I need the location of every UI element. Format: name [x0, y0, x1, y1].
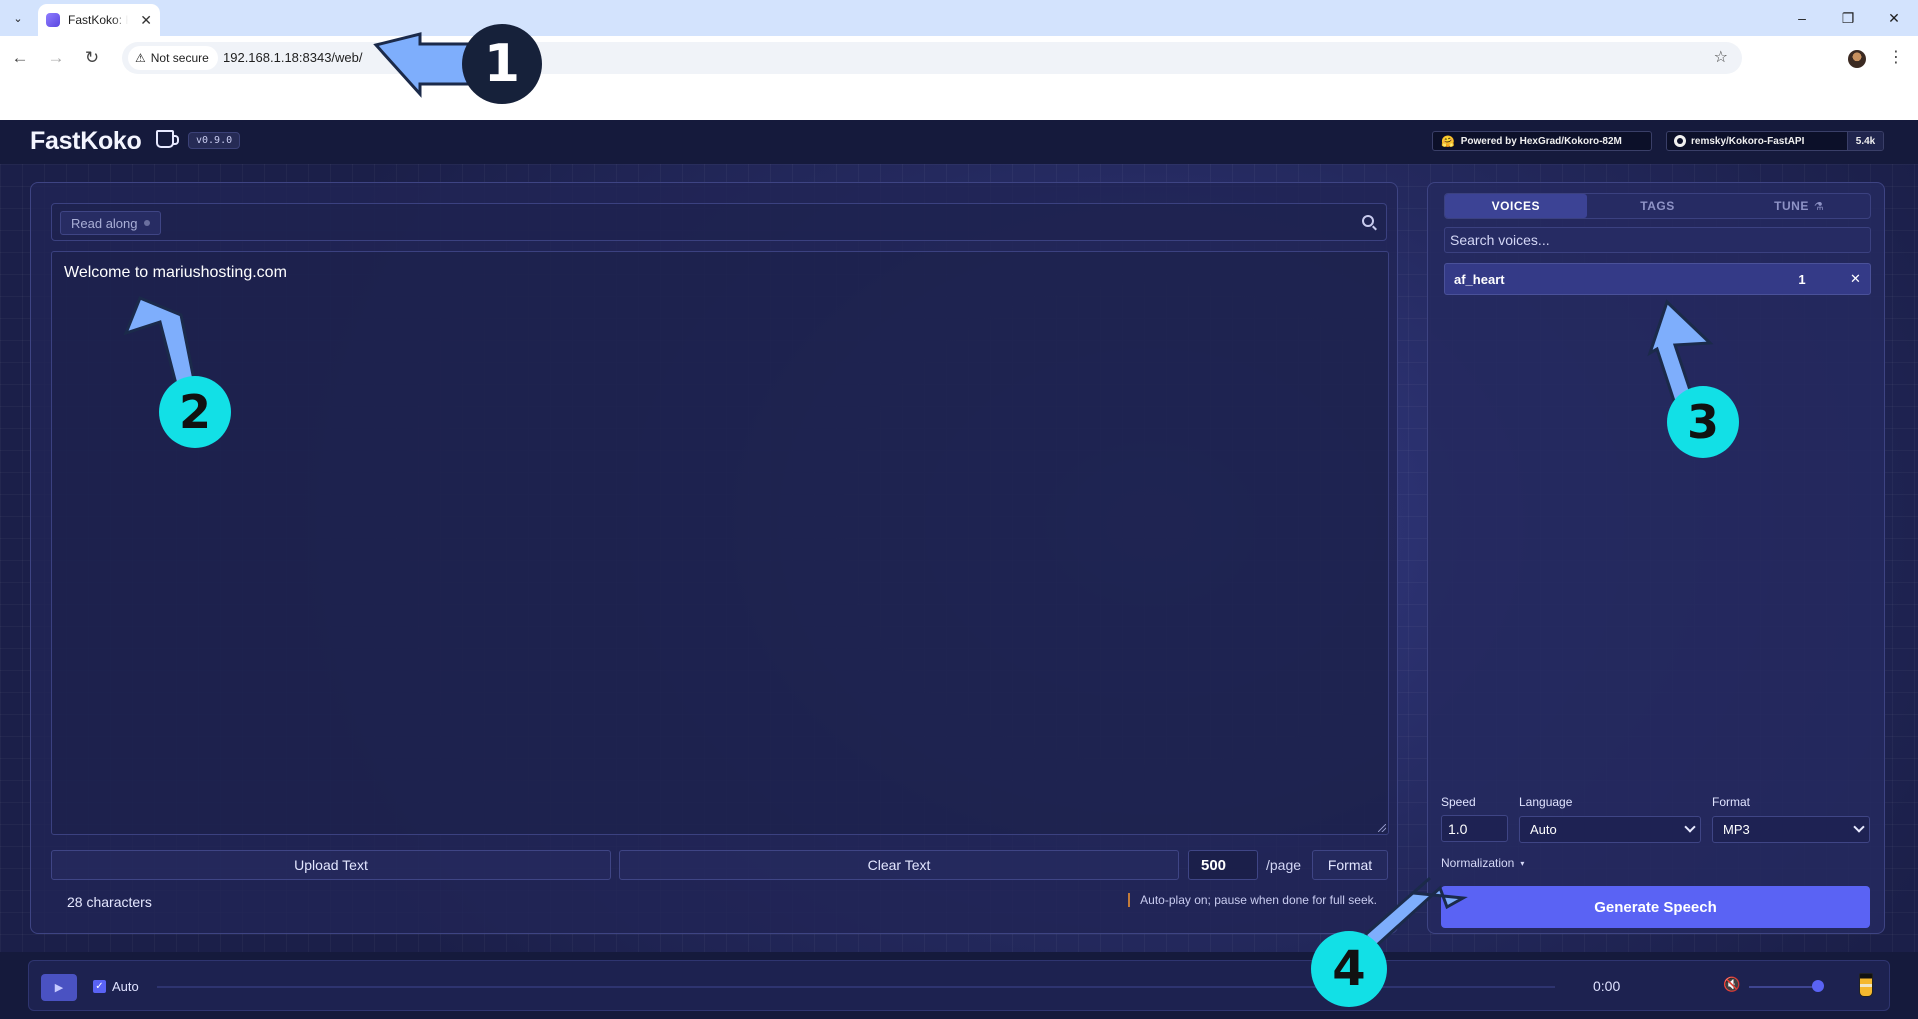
url-text[interactable]: 192.168.1.18:8343/web/ [223, 50, 363, 65]
generate-speech-button[interactable]: Generate Speech [1441, 886, 1870, 928]
text-input[interactable]: Welcome to mariushosting.com [51, 251, 1389, 835]
auto-checkbox[interactable]: ✓ [93, 980, 106, 993]
hugging-face-icon: 🤗 [1441, 135, 1455, 148]
tab-favicon-icon [46, 13, 60, 27]
version-badge: v0.9.0 [188, 132, 241, 149]
flask-icon: ⚗ [1813, 200, 1825, 213]
speed-label: Speed [1441, 795, 1476, 809]
browser-menu-icon[interactable]: ⋮ [1888, 47, 1904, 67]
read-along-bar: Read along [51, 203, 1387, 241]
brand-title: FastKoko [30, 127, 142, 155]
autoplay-note: Auto-play on; pause when done for full s… [1128, 893, 1377, 907]
coffee-cup-icon[interactable] [1859, 973, 1873, 997]
selected-voice-row[interactable]: af_heart 1 ✕ [1444, 263, 1871, 295]
forward-icon[interactable]: → [44, 46, 68, 70]
voice-search-input[interactable]: Search voices... [1444, 227, 1871, 253]
chevron-down-icon [1853, 821, 1865, 833]
powered-by-badge[interactable]: 🤗 Powered by HexGrad/Kokoro-82M [1432, 131, 1652, 151]
github-badge[interactable]: remsky/Kokoro-FastAPI 5.4k [1666, 131, 1884, 151]
player-bar: ▶ ✓ Auto 0:00 🔇 [28, 960, 1890, 1011]
voice-weight-input[interactable]: 1 [1782, 272, 1822, 287]
reload-icon[interactable]: ↻ [80, 46, 104, 70]
auto-label: Auto [112, 979, 139, 994]
tab-search-icon[interactable]: ⌄ [6, 6, 30, 30]
format-text-button[interactable]: Format [1312, 850, 1388, 880]
caret-down-icon: ▾ [1520, 858, 1525, 868]
tab-tags[interactable]: TAGS [1587, 194, 1729, 218]
tab-tune[interactable]: TUNE ⚗ [1728, 194, 1870, 218]
browser-tab[interactable]: FastKoko: K ✕ [38, 4, 160, 36]
time-display: 0:00 [1593, 978, 1621, 994]
normalization-label: Normalization [1441, 856, 1515, 870]
browser-tabstrip: ⌄ FastKoko: K ✕ – ❐ ✕ [0, 0, 1918, 36]
github-stars-count: 5.4k [1847, 132, 1883, 150]
clear-text-button[interactable]: Clear Text [619, 850, 1179, 880]
github-repo-label: remsky/Kokoro-FastAPI [1691, 135, 1805, 147]
restore-icon[interactable]: ❐ [1826, 0, 1870, 36]
bookmark-star-icon[interactable]: ☆ [1714, 47, 1728, 67]
tab-close-icon[interactable]: ✕ [140, 12, 152, 29]
github-icon [1674, 135, 1686, 147]
tab-tune-label: TUNE [1774, 199, 1809, 213]
tab-voices[interactable]: VOICES [1445, 194, 1587, 218]
powered-by-label: Powered by HexGrad/Kokoro-82M [1460, 135, 1622, 147]
profile-avatar[interactable] [1848, 50, 1866, 68]
text-editor-panel: Read along Welcome to mariushosting.com … [30, 182, 1398, 934]
annotation-badge-3: 3 [1667, 386, 1739, 458]
close-window-icon[interactable]: ✕ [1872, 0, 1916, 36]
annotation-badge-2: 2 [159, 376, 231, 448]
mute-icon[interactable]: 🔇 [1723, 976, 1740, 993]
normalization-toggle[interactable]: Normalization ▾ [1441, 856, 1524, 870]
volume-slider[interactable] [1749, 986, 1822, 988]
audio-player: ▶ ✓ Auto 0:00 🔇 [0, 952, 1918, 1019]
voice-tabs: VOICES TAGS TUNE ⚗ [1444, 193, 1871, 219]
cup-icon [156, 130, 179, 148]
chars-per-page-input[interactable]: 500 [1188, 850, 1258, 880]
status-dot-icon [143, 220, 150, 226]
app-header: FastKoko v0.9.0 🤗 Powered by HexGrad/Kok… [0, 120, 1918, 164]
annotation-badge-1: 1 [462, 24, 542, 104]
character-count: 28 characters [67, 894, 152, 910]
chevron-down-icon [1684, 821, 1696, 833]
security-chip[interactable]: ⚠ Not secure [128, 46, 218, 70]
format-label: Format [1712, 795, 1751, 809]
app-root: FastKoko v0.9.0 🤗 Powered by HexGrad/Kok… [0, 120, 1918, 1019]
voice-panel: VOICES TAGS TUNE ⚗ Search voices... af_h… [1427, 182, 1885, 934]
address-bar[interactable]: ⚠ Not secure 192.168.1.18:8343/web/ ☆ [122, 42, 1742, 74]
voice-name: af_heart [1454, 271, 1505, 287]
minimize-icon[interactable]: – [1780, 0, 1824, 36]
upload-text-button[interactable]: Upload Text [51, 850, 611, 880]
security-label: Not secure [150, 51, 209, 65]
format-select[interactable]: MP3 [1712, 816, 1870, 843]
tab-title: FastKoko: K [68, 13, 128, 27]
format-value: MP3 [1723, 822, 1750, 837]
back-icon[interactable]: ← [8, 46, 32, 70]
language-label: Language [1519, 795, 1573, 809]
play-button[interactable]: ▶ [41, 974, 77, 1001]
remove-voice-icon[interactable]: ✕ [1850, 271, 1870, 287]
annotation-badge-4: 4 [1311, 931, 1387, 1007]
language-select[interactable]: Auto [1519, 816, 1701, 843]
browser-toolbar: ← → ↻ ⚠ Not secure 192.168.1.18:8343/web… [0, 36, 1918, 120]
read-along-toggle[interactable]: Read along [60, 211, 161, 235]
search-icon[interactable] [1362, 215, 1374, 227]
warning-icon: ⚠ [135, 51, 146, 65]
volume-knob[interactable] [1812, 980, 1825, 992]
language-value: Auto [1530, 822, 1557, 837]
speed-input[interactable]: 1.0 [1441, 815, 1508, 842]
read-along-label: Read along [71, 215, 138, 231]
per-page-label: /page [1266, 857, 1302, 873]
